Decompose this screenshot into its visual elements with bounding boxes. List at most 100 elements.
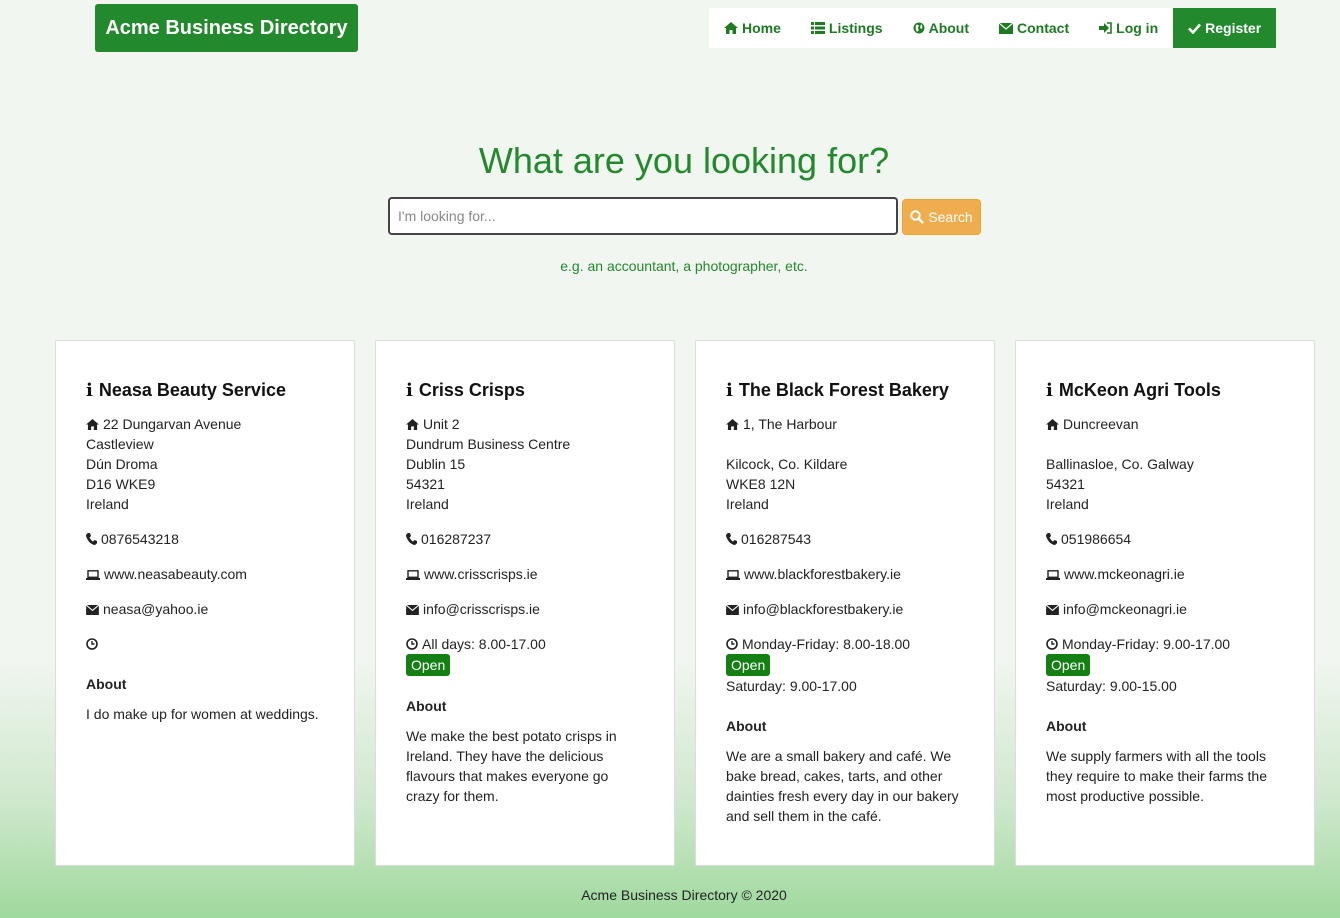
email-row: info@blackforestbakery.ie [726,599,964,619]
hours-text: All days: 8.00-17.00 [422,636,546,652]
address-line: 22 Dungarvan Avenue [103,416,242,432]
clock-icon [1046,638,1058,650]
clock-icon [726,638,738,650]
address-line: Dundrum Business Centre [406,436,571,452]
address-line: 54321 [1046,476,1085,492]
brand-logo[interactable]: Acme Business Directory [95,4,358,52]
address-line: Ireland [1046,496,1089,512]
nav-listings-label: Listings [828,20,883,36]
hours-text: Monday-Friday: 9.00-17.00 [1062,636,1231,652]
website-link[interactable]: www.neasabeauty.com [104,566,247,582]
nav-listings[interactable]: Listings [796,8,898,48]
about-text: We supply farmers with all the tools the… [1046,748,1267,804]
address-line [1046,434,1284,454]
nav-register-label: Register [1205,20,1262,36]
listing-title: i The Black Forest Bakery [726,379,964,401]
hours-text: Monday-Friday: 8.00-18.00 [742,636,911,652]
about-heading: About [406,698,447,714]
listing-name[interactable]: Neasa Beauty Service [99,380,286,401]
address-line: 1, The Harbour [743,416,837,432]
phone-number[interactable]: 051986654 [1061,531,1131,547]
nav-login[interactable]: Log in [1084,8,1173,48]
website-row: www.blackforestbakery.ie [726,564,964,584]
about-text: We are a small bakery and café. We bake … [726,748,959,824]
email-link[interactable]: info@mckeonagri.ie [1063,601,1187,617]
laptop-icon [406,570,420,580]
listing-title: i Criss Crisps [406,379,644,401]
listing-name[interactable]: The Black Forest Bakery [739,380,949,401]
about-heading: About [1046,718,1087,734]
listing-card: i Criss Crisps Unit 2 Dundrum Business Ce… [375,340,675,866]
address-line: Dún Droma [86,456,158,472]
laptop-icon [86,570,100,580]
address-block: Unit 2 Dundrum Business Centre Dublin 15… [406,414,644,514]
main-nav: Home Listings About Contact Log in Regis… [709,8,1277,48]
phone-row: 051986654 [1046,529,1284,549]
address-line: Unit 2 [423,416,460,432]
address-line: Ireland [86,496,129,512]
listing-name[interactable]: Criss Crisps [419,380,525,401]
globe-icon [913,22,925,34]
check-icon [1188,23,1202,34]
listing-card: i Neasa Beauty Service 22 Dungarvan Avenu… [55,340,355,866]
nav-contact-label: Contact [1017,20,1070,36]
website-link[interactable]: www.blackforestbakery.ie [744,566,901,582]
nav-register[interactable]: Register [1173,8,1277,48]
hours-row [86,634,324,654]
laptop-icon [726,570,740,580]
address-block: 1, The Harbour Kilcock, Co. Kildare WKE8… [726,414,964,514]
home-icon [1046,419,1059,430]
phone-number[interactable]: 0876543218 [101,531,179,547]
email-link[interactable]: info@crisscrisps.ie [423,601,540,617]
listing-name[interactable]: McKeon Agri Tools [1059,380,1221,401]
email-link[interactable]: neasa@yahoo.ie [103,601,208,617]
email-link[interactable]: info@blackforestbakery.ie [743,601,903,617]
home-icon [406,419,419,430]
search-hint: e.g. an accountant, a photographer, etc. [560,258,808,274]
nav-about-label: About [928,20,970,36]
address-line: Duncreevan [1063,416,1139,432]
info-icon: i [406,379,413,401]
address-line: Ireland [406,496,449,512]
about-heading: About [726,718,767,734]
listing-card: i McKeon Agri Tools Duncreevan Ballinaslo… [1015,340,1315,866]
info-icon: i [86,379,93,401]
address-line: WKE8 12N [726,476,796,492]
envelope-icon [999,22,1014,34]
home-icon [86,419,99,430]
nav-contact[interactable]: Contact [984,8,1084,48]
address-line: Dublin 15 [406,456,466,472]
hours-row: All days: 8.00-17.00 [406,634,644,654]
phone-number[interactable]: 016287543 [741,531,811,547]
phone-number[interactable]: 016287237 [421,531,491,547]
hours-row: Monday-Friday: 8.00-18.00 [726,634,964,654]
address-line: Ballinasloe, Co. Galway [1046,456,1194,472]
info-icon: i [726,379,733,401]
about-text: I do make up for women at weddings. [86,706,319,722]
nav-login-label: Log in [1116,20,1159,36]
search-input[interactable] [388,197,898,235]
hours-row: Monday-Friday: 9.00-17.00 [1046,634,1284,654]
website-link[interactable]: www.mckeonagri.ie [1064,566,1185,582]
address-line: Kilcock, Co. Kildare [726,456,848,472]
envelope-icon [1046,605,1059,615]
website-link[interactable]: www.crisscrisps.ie [424,566,538,582]
nav-about[interactable]: About [898,8,984,48]
search-button[interactable]: Search [902,199,981,235]
clock-icon [86,638,98,650]
hours-text: Saturday: 9.00-15.00 [1046,678,1177,694]
phone-icon [1046,533,1057,545]
open-status-badge: Open [406,654,451,676]
email-row: info@mckeonagri.ie [1046,599,1284,619]
list-icon [810,22,825,34]
phone-icon [406,533,417,545]
address-line: D16 WKE9 [86,476,156,492]
info-icon: i [1046,379,1053,401]
nav-home[interactable]: Home [709,8,796,48]
home-icon [726,419,739,430]
sign-in-icon [1099,22,1112,34]
address-line: Castleview [86,436,154,452]
open-status-badge: Open [726,654,771,676]
laptop-icon [1046,570,1060,580]
phone-icon [726,533,737,545]
